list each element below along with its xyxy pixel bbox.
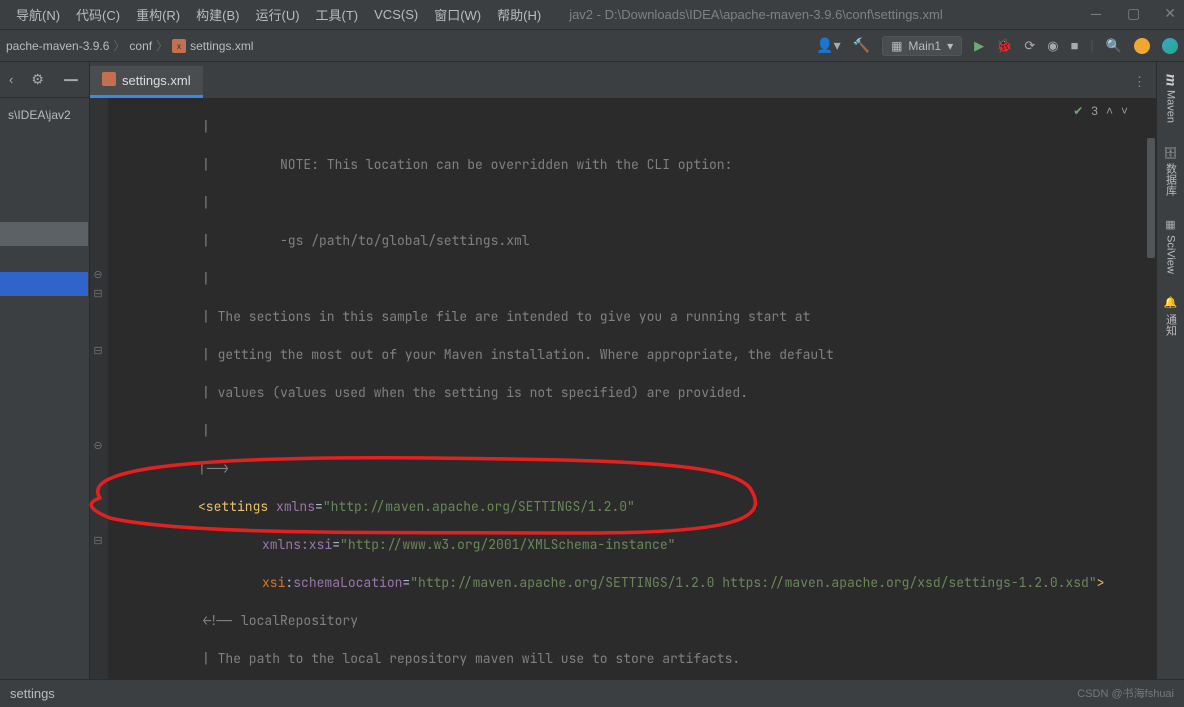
collapse-icon[interactable]: －: [62, 67, 80, 93]
fold-marker[interactable]: ⊟: [92, 287, 104, 299]
code-text: |: [202, 422, 210, 439]
build-icon[interactable]: 🔨: [853, 37, 870, 54]
menu-run[interactable]: 运行(U): [247, 1, 307, 28]
chevron-right-icon: 〉: [156, 37, 168, 54]
editor-gutter: ⊖ ⊟ ⊟ ⊖ ⊟: [90, 98, 108, 679]
code-text: |-->: [198, 460, 229, 477]
code-text: |: [202, 194, 210, 211]
tab-label: settings.xml: [122, 73, 191, 88]
menu-vcs[interactable]: VCS(S): [366, 3, 426, 26]
fold-marker[interactable]: ⊖: [92, 439, 104, 451]
close-icon[interactable]: ✕: [1164, 5, 1176, 25]
sidebar-item[interactable]: [0, 222, 88, 246]
tool-label: SciView: [1165, 235, 1177, 274]
menu-tools[interactable]: 工具(T): [308, 1, 367, 28]
code-text: <!-- localRepository: [202, 612, 358, 629]
breadcrumb-file[interactable]: settings.xml: [190, 39, 253, 53]
watermark: CSDN @书海fshuai: [1077, 685, 1174, 701]
chevron-right-icon: 〉: [113, 37, 125, 54]
code-area[interactable]: | | NOTE: This location can be overridde…: [108, 98, 1134, 679]
maven-tool-button[interactable]: m Maven: [1162, 68, 1180, 129]
scrollbar-thumb[interactable]: [1147, 138, 1155, 258]
stop-icon[interactable]: ■: [1071, 38, 1079, 53]
notifications-tool-button[interactable]: 🔔 通知: [1163, 290, 1179, 341]
code-text: <settings: [198, 498, 268, 515]
code-text: | -gs /path/to/global/settings.xml: [202, 232, 530, 249]
project-sidebar: ‹ ⚙ － s\IDEA\jav2: [0, 62, 90, 679]
tab-more-icon[interactable]: ⋮: [1123, 66, 1156, 98]
editor: settings.xml ⋮ ✔ 3 ˄ ˅ ⊖ ⊟ ⊟ ⊖ ⊟ | | NOT…: [90, 62, 1156, 679]
breadcrumb: pache-maven-3.9.6 〉 conf 〉 x settings.xm…: [6, 37, 253, 54]
coverage-icon[interactable]: ⟳: [1024, 38, 1035, 54]
code-text: | getting the most out of your Maven ins…: [202, 346, 834, 363]
nav-bar: pache-maven-3.9.6 〉 conf 〉 x settings.xm…: [0, 30, 1184, 62]
code-text: "http://www.w3.org/2001/XMLSchema-instan…: [340, 536, 675, 553]
editor-tab-active[interactable]: settings.xml: [90, 66, 203, 98]
vertical-scrollbar[interactable]: [1144, 98, 1156, 679]
maven-icon: m: [1162, 74, 1180, 86]
status-bar: settings: [0, 679, 1184, 707]
menu-help[interactable]: 帮助(H): [489, 1, 549, 28]
breadcrumb-seg[interactable]: conf: [129, 39, 152, 53]
menu-code[interactable]: 代码(C): [68, 1, 128, 28]
sidebar-item-selected[interactable]: [0, 272, 88, 296]
run-icon[interactable]: ▶: [974, 38, 984, 54]
chevron-down-icon: ▾: [947, 39, 953, 53]
run-config-icon: ▦: [891, 39, 902, 53]
menu-window[interactable]: 窗口(W): [426, 1, 489, 28]
right-tool-strip: m Maven 🗄 数据库 ▦ SciView 🔔 通知: [1156, 62, 1184, 679]
svg-text:x: x: [177, 42, 181, 51]
search-icon[interactable]: 🔍: [1106, 38, 1122, 54]
ide-feature-icon[interactable]: [1162, 38, 1178, 54]
code-text: |: [202, 270, 210, 287]
menu-bar: 导航(N) 代码(C) 重构(R) 构建(B) 运行(U) 工具(T) VCS(…: [0, 0, 1184, 30]
database-icon: 🗄: [1164, 145, 1177, 159]
code-text: | The path to the local repository maven…: [202, 650, 740, 667]
project-path-label[interactable]: s\IDEA\jav2: [4, 106, 75, 124]
sciview-tool-button[interactable]: ▦ SciView: [1164, 212, 1177, 280]
breadcrumb-seg[interactable]: pache-maven-3.9.6: [6, 39, 109, 53]
code-text: | values (values used when the setting i…: [202, 384, 748, 401]
run-config-name: Main1: [908, 39, 941, 53]
sidebar-back-icon[interactable]: ‹: [9, 72, 13, 87]
code-text: xmlns:xsi: [262, 536, 332, 553]
code-text: | NOTE: This location can be overridden …: [202, 156, 732, 173]
fold-marker[interactable]: ⊖: [92, 268, 104, 280]
editor-tabs: settings.xml ⋮: [90, 62, 1156, 98]
profile-icon[interactable]: ◉: [1047, 38, 1058, 54]
divider: |: [1090, 38, 1093, 53]
code-text: "http://maven.apache.org/SETTINGS/1.2.0": [323, 498, 635, 515]
debug-icon[interactable]: 🐞: [996, 38, 1012, 54]
user-icon[interactable]: 👤▾: [816, 37, 840, 54]
tool-label: 通知: [1163, 314, 1179, 336]
window-title: jav2 - D:\Downloads\IDEA\apache-maven-3.…: [569, 7, 943, 22]
menu-build[interactable]: 构建(B): [188, 1, 247, 28]
run-config-selector[interactable]: ▦ Main1 ▾: [882, 36, 962, 56]
code-text: |: [202, 118, 210, 135]
ide-updates-icon[interactable]: [1134, 38, 1150, 54]
code-text: "http://maven.apache.org/SETTINGS/1.2.0 …: [410, 574, 1096, 591]
gear-icon[interactable]: ⚙: [31, 71, 44, 88]
code-text: xmlns: [276, 498, 315, 515]
maximize-icon[interactable]: ▢: [1127, 5, 1140, 25]
xml-file-icon: [102, 72, 116, 89]
menu-nav[interactable]: 导航(N): [8, 1, 68, 28]
menu-refactor[interactable]: 重构(R): [128, 1, 188, 28]
xml-file-icon: x: [172, 39, 186, 53]
tool-label: Maven: [1165, 90, 1177, 123]
minimize-icon[interactable]: －: [1089, 5, 1103, 25]
bell-icon: 🔔: [1164, 296, 1177, 309]
fold-marker[interactable]: ⊟: [92, 344, 104, 356]
status-breadcrumb[interactable]: settings: [10, 686, 55, 701]
database-tool-button[interactable]: 🗄 数据库: [1163, 139, 1179, 202]
code-text: | The sections in this sample file are i…: [202, 308, 810, 325]
sciview-icon: ▦: [1164, 218, 1177, 231]
tool-label: 数据库: [1163, 163, 1179, 196]
fold-marker[interactable]: ⊟: [92, 534, 104, 546]
